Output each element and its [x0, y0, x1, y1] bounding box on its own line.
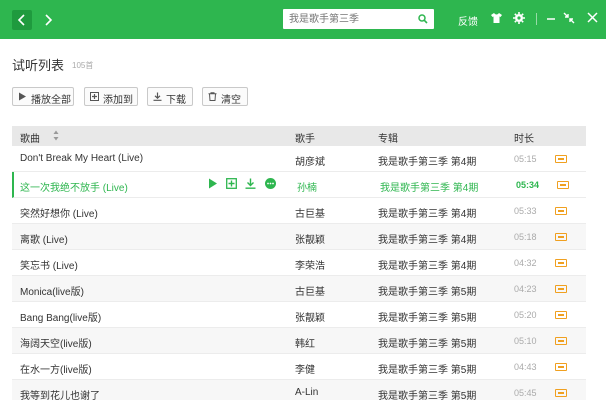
song-duration: 05:45 — [514, 388, 537, 398]
song-duration: 05:18 — [514, 232, 537, 242]
quality-badge-icon — [557, 181, 569, 189]
back-button[interactable] — [12, 10, 32, 30]
quality-badge-icon — [555, 233, 567, 241]
quality-badge-icon — [555, 155, 567, 163]
song-album[interactable]: 我是歌手第三季 第4期 — [380, 179, 478, 194]
clear-label: 清空 — [221, 95, 241, 106]
song-artist[interactable]: 李荣浩 — [295, 257, 325, 272]
forward-button[interactable] — [38, 10, 58, 30]
download-button[interactable]: 下载 — [147, 87, 193, 106]
quality-badge-icon — [555, 337, 567, 345]
row-play-icon[interactable] — [208, 178, 218, 192]
song-duration: 04:43 — [514, 362, 537, 372]
song-title: 在水一方(live版) — [20, 365, 92, 376]
table-row[interactable]: Bang Bang(live版) 张靓颖 我是歌手第三季 第5期 05:20 — [12, 302, 586, 328]
quality-badge-icon — [555, 363, 567, 371]
play-all-button[interactable]: 播放全部 — [12, 87, 74, 106]
song-artist[interactable]: 孙楠 — [297, 179, 317, 194]
table-row[interactable]: 我等到花儿也谢了 A-Lin 我是歌手第三季 第5期 05:45 — [12, 380, 586, 400]
song-title: 突然好想你 (Live) — [20, 209, 98, 220]
table-row[interactable]: 海阔天空(live版) 韩红 我是歌手第三季 第5期 05:10 — [12, 328, 586, 354]
table-row[interactable]: Monica(live版) 古巨基 我是歌手第三季 第5期 04:23 — [12, 276, 586, 302]
quality-badge-icon — [555, 285, 567, 293]
table-row[interactable]: 这一次我绝不放手 (Live) 孙楠 我是歌手第三季 第4期 05:34 — [12, 172, 586, 198]
page-title: 试听列表 — [12, 58, 65, 73]
song-title: 离歌 (Live) — [20, 235, 68, 246]
song-title: 笑忘书 (Live) — [20, 261, 78, 272]
song-artist[interactable]: 古巨基 — [295, 205, 325, 220]
song-album[interactable]: 我是歌手第三季 第4期 — [378, 257, 476, 272]
song-artist[interactable]: 李健 — [295, 361, 315, 376]
table-row[interactable]: 离歌 (Live) 张靓颖 我是歌手第三季 第4期 05:18 — [12, 224, 586, 250]
song-artist[interactable]: 古巨基 — [295, 283, 325, 298]
song-title: 这一次我绝不放手 (Live) — [20, 183, 128, 194]
table-row[interactable]: 突然好想你 (Live) 古巨基 我是歌手第三季 第4期 05:33 — [12, 198, 586, 224]
search-box — [283, 9, 434, 29]
table-row[interactable]: 在水一方(live版) 李健 我是歌手第三季 第5期 04:43 — [12, 354, 586, 380]
gear-icon[interactable] — [513, 12, 525, 24]
song-duration: 04:23 — [514, 284, 537, 294]
table-row[interactable]: 笑忘书 (Live) 李荣浩 我是歌手第三季 第4期 04:32 — [12, 250, 586, 276]
title-bar: 反馈 — [0, 0, 606, 39]
minimize-icon[interactable] — [546, 14, 556, 24]
song-album[interactable]: 我是歌手第三季 第4期 — [378, 153, 476, 168]
song-artist[interactable]: 韩红 — [295, 335, 315, 350]
trash-icon — [208, 92, 217, 101]
song-title: Monica(live版) — [20, 287, 84, 298]
search-icon[interactable] — [418, 14, 428, 24]
column-header-title[interactable]: 歌曲 — [20, 130, 40, 145]
sort-icon[interactable] — [53, 130, 59, 141]
shrink-window-icon[interactable] — [563, 12, 575, 24]
quality-badge-icon — [555, 207, 567, 215]
song-album[interactable]: 我是歌手第三季 第4期 — [378, 231, 476, 246]
download-icon — [153, 92, 162, 101]
song-duration: 05:33 — [514, 206, 537, 216]
quality-badge-icon — [555, 259, 567, 267]
song-artist[interactable]: 胡彦斌 — [295, 153, 325, 168]
row-download-icon[interactable] — [245, 178, 256, 192]
chevron-left-icon — [17, 14, 25, 26]
chevron-right-icon — [45, 14, 53, 26]
toolbar-divider — [536, 13, 537, 25]
song-artist[interactable]: 张靓颖 — [295, 309, 325, 324]
skin-icon[interactable] — [490, 12, 503, 24]
song-album[interactable]: 我是歌手第三季 第5期 — [378, 387, 476, 400]
clear-button[interactable]: 清空 — [202, 87, 248, 106]
song-duration: 05:34 — [516, 180, 540, 190]
close-icon[interactable] — [587, 12, 598, 23]
quality-badge-icon — [555, 389, 567, 397]
feedback-link[interactable]: 反馈 — [458, 13, 478, 28]
song-title: Don't Break My Heart (Live) — [20, 153, 144, 164]
download-label: 下载 — [166, 95, 186, 106]
song-artist[interactable]: 张靓颖 — [295, 231, 325, 246]
song-duration: 05:20 — [514, 310, 537, 320]
search-input[interactable] — [289, 12, 414, 26]
song-album[interactable]: 我是歌手第三季 第5期 — [378, 309, 476, 324]
song-album[interactable]: 我是歌手第三季 第5期 — [378, 361, 476, 376]
song-artist[interactable]: A-Lin — [295, 387, 318, 398]
song-title: 海阔天空(live版) — [20, 339, 92, 350]
song-duration: 05:15 — [514, 154, 537, 164]
row-add-icon[interactable] — [226, 178, 237, 192]
song-duration: 04:32 — [514, 258, 537, 268]
table-header: 歌曲 歌手 专辑 时长 — [12, 126, 586, 146]
row-more-icon[interactable] — [265, 178, 276, 192]
song-title: 我等到花儿也谢了 — [20, 391, 100, 400]
column-header-duration: 时长 — [514, 134, 534, 145]
add-to-label: 添加到 — [103, 95, 133, 106]
song-title: Bang Bang(live版) — [20, 313, 102, 324]
column-header-album: 专辑 — [378, 134, 398, 145]
song-duration: 05:10 — [514, 336, 537, 346]
song-album[interactable]: 我是歌手第三季 第4期 — [378, 205, 476, 220]
add-square-icon — [90, 92, 99, 101]
play-all-label: 播放全部 — [31, 95, 71, 106]
play-icon — [19, 92, 26, 101]
column-header-artist: 歌手 — [295, 134, 315, 145]
table-row[interactable]: Don't Break My Heart (Live) 胡彦斌 我是歌手第三季 第4… — [12, 146, 586, 172]
quality-badge-icon — [555, 311, 567, 319]
song-album[interactable]: 我是歌手第三季 第5期 — [378, 283, 476, 298]
add-to-button[interactable]: 添加到 — [84, 87, 138, 106]
song-count: 105首 — [72, 61, 94, 70]
song-album[interactable]: 我是歌手第三季 第5期 — [378, 335, 476, 350]
